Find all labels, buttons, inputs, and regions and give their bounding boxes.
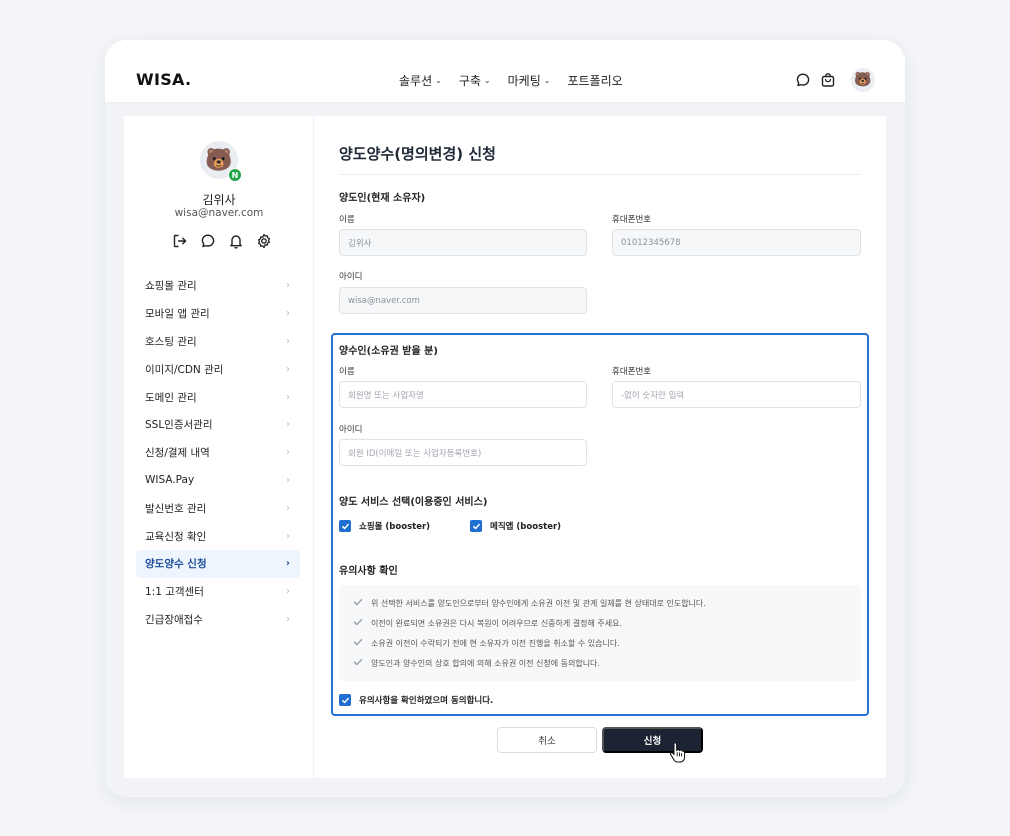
nav-item-marketing[interactable]: 마케팅 ⌄ (508, 72, 551, 89)
chevron-right-icon: › (286, 586, 290, 598)
transferor-name-field: 김위사 (339, 229, 587, 256)
submit-button[interactable]: 신청 (602, 727, 703, 753)
wisa-logo[interactable]: WISA. (136, 70, 191, 89)
chevron-right-icon: › (286, 391, 290, 403)
sidebar-item-education[interactable]: 교육신청 확인 › (136, 522, 300, 550)
sidebar-item-label: 발신번호 관리 (145, 502, 207, 515)
sidebar-item-mobile-app[interactable]: 모바일 앱 관리 › (136, 300, 300, 328)
nav-item-build[interactable]: 구축 ⌄ (459, 72, 491, 89)
transferor-phone-label: 휴대폰번호 (612, 215, 652, 225)
divider (339, 174, 861, 175)
sidebar-item-shop[interactable]: 쇼핑몰 관리 › (136, 272, 300, 300)
cart-icon[interactable] (820, 72, 836, 88)
chat-icon[interactable] (795, 72, 811, 88)
cancel-button[interactable]: 취소 (497, 727, 597, 753)
sidebar-menu: 쇼핑몰 관리 › 모바일 앱 관리 › 호스팅 관리 › 이미지/CDN 관리 › 도메… (136, 272, 300, 633)
sidebar-item-ssl[interactable]: SSL인증서관리 › (136, 411, 300, 439)
sidebar-item-support[interactable]: 1:1 고객센터 › (136, 578, 300, 606)
nav-item-portfolio[interactable]: 포트폴리오 (567, 72, 622, 89)
header-actions: 🐻 (795, 68, 875, 92)
chevron-right-icon: › (286, 308, 290, 320)
transferor-id-label: 아이디 (339, 272, 363, 282)
sidebar-item-label: 1:1 고객센터 (145, 586, 204, 599)
transferor-heading: 양도인(현재 소유자) (339, 193, 426, 204)
profile-actions (172, 233, 272, 249)
bell-icon[interactable] (228, 233, 244, 249)
chevron-right-icon: › (286, 280, 290, 292)
sidebar-item-label: SSL인증서관리 (145, 419, 213, 432)
sidebar-item-hosting[interactable]: 호스팅 관리 › (136, 328, 300, 356)
sidebar-item-label: 도메인 관리 (145, 391, 197, 404)
sidebar-item-label: 긴급장애접수 (145, 613, 203, 626)
sidebar-item-domain[interactable]: 도메인 관리 › (136, 383, 300, 411)
chevron-right-icon: › (286, 530, 290, 542)
top-navigation-bar: WISA. 솔루션 ⌄ 구축 ⌄ 마케팅 ⌄ 포트폴리오 🐻 (105, 40, 905, 103)
transferor-phone-field: 01012345678 (612, 229, 861, 256)
sidebar: 🐻 N 김위사 wisa@naver.com 쇼핑몰 관리 › 모바일 앱 관리… (124, 116, 314, 778)
chevron-down-icon: ⌄ (483, 76, 491, 85)
nav-label: 마케팅 (507, 74, 541, 88)
transferor-name-label: 이름 (339, 215, 355, 225)
sidebar-item-label: 양도양수 신청 (145, 558, 207, 571)
chat-icon[interactable] (200, 233, 216, 249)
sidebar-item-label: 신청/결제 내역 (145, 447, 210, 460)
sidebar-item-orders[interactable]: 신청/결제 내역 › (136, 439, 300, 467)
logout-icon[interactable] (172, 233, 188, 249)
profile-email: wisa@naver.com (174, 207, 264, 219)
sidebar-item-label: 쇼핑몰 관리 (145, 280, 197, 293)
sidebar-item-label: 모바일 앱 관리 (145, 308, 210, 321)
nav-label: 포트폴리오 (567, 74, 623, 88)
transferee-section-highlight (331, 333, 869, 716)
transferor-id-field: wisa@naver.com (339, 287, 587, 314)
sidebar-item-label: 호스팅 관리 (145, 335, 197, 348)
sidebar-item-transfer[interactable]: 양도양수 신청 › (136, 549, 300, 578)
chevron-right-icon: › (285, 558, 290, 570)
sidebar-item-label: 이미지/CDN 관리 (145, 363, 224, 376)
sidebar-item-sender-number[interactable]: 발신번호 관리 › (136, 494, 300, 522)
chevron-right-icon: › (286, 447, 290, 459)
chevron-right-icon: › (286, 474, 290, 486)
gear-icon[interactable] (256, 233, 272, 249)
main-nav: 솔루션 ⌄ 구축 ⌄ 마케팅 ⌄ 포트폴리오 (399, 72, 623, 89)
sidebar-item-label: WISA.Pay (145, 474, 195, 487)
chevron-down-icon: ⌄ (543, 76, 551, 85)
sidebar-item-label: 교육신청 확인 (145, 530, 207, 543)
sidebar-item-image-cdn[interactable]: 이미지/CDN 관리 › (136, 355, 300, 383)
sidebar-item-emergency[interactable]: 긴급장애접수 › (136, 606, 300, 634)
nav-label: 구축 (458, 74, 481, 88)
nav-item-solution[interactable]: 솔루션 ⌄ (399, 72, 442, 89)
chevron-right-icon: › (286, 419, 290, 431)
nav-label: 솔루션 (399, 74, 433, 88)
hand-cursor-icon (670, 742, 686, 763)
sidebar-item-wisa-pay[interactable]: WISA.Pay › (136, 467, 300, 495)
profile-name: 김위사 (202, 193, 236, 207)
chevron-right-icon: › (286, 363, 290, 375)
chevron-down-icon: ⌄ (435, 76, 442, 85)
chevron-right-icon: › (286, 613, 290, 625)
naver-badge: N (228, 168, 242, 182)
chevron-right-icon: › (286, 335, 290, 347)
chevron-right-icon: › (286, 502, 290, 514)
user-avatar[interactable]: 🐻 (851, 68, 875, 92)
page-title: 양도양수(명의변경) 신청 (339, 145, 496, 163)
